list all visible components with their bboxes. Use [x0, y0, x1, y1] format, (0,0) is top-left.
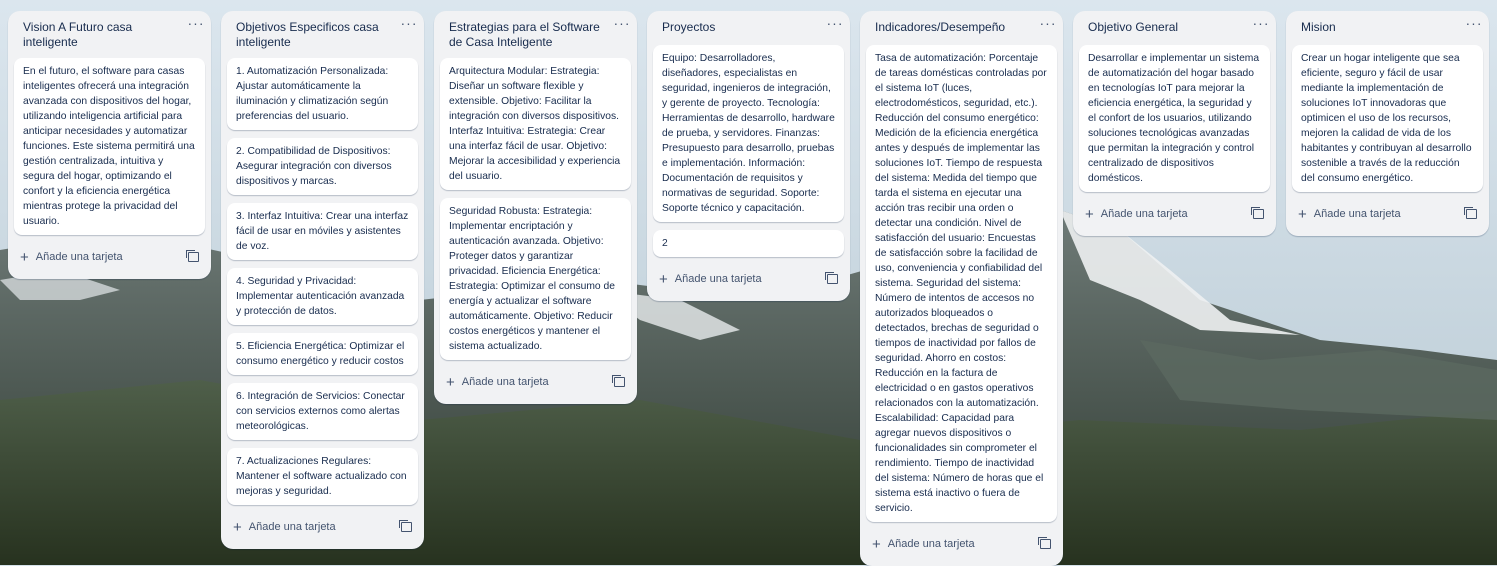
add-card-button[interactable]: + Añade una tarjeta	[866, 530, 1057, 558]
list-indicadores: Indicadores/Desempeño ··· Tasa de automa…	[860, 11, 1063, 566]
card[interactable]: 2. Compatibilidad de Dispositivos: Asegu…	[227, 138, 418, 195]
list-proyectos: Proyectos ··· Equipo: Desarrolladores, d…	[647, 11, 850, 301]
card[interactable]: 5. Eficiencia Energética: Optimizar el c…	[227, 333, 418, 375]
card[interactable]: Equipo: Desarrolladores, diseñadores, es…	[653, 45, 844, 222]
list-title[interactable]: Vision A Futuro casa inteligente	[14, 11, 205, 50]
add-card-label: Añade una tarjeta	[887, 538, 975, 550]
card[interactable]: 4. Seguridad y Privacidad: Implementar a…	[227, 268, 418, 325]
card[interactable]: 1. Automatización Personalizada: Ajustar…	[227, 58, 418, 130]
add-card-label: Añade una tarjeta	[461, 376, 549, 388]
card[interactable]: 2	[653, 230, 844, 257]
add-card-button[interactable]: + Añade una tarjeta	[440, 368, 631, 396]
card[interactable]: 7. Actualizaciones Regulares: Mantener e…	[227, 448, 418, 505]
plus-icon: +	[20, 248, 29, 266]
add-card-button[interactable]: + Añade una tarjeta	[227, 513, 418, 541]
card[interactable]: 6. Integración de Servicios: Conectar co…	[227, 383, 418, 440]
add-card-label: Añade una tarjeta	[1100, 208, 1188, 220]
add-card-label: Añade una tarjeta	[1313, 208, 1401, 220]
add-card-button[interactable]: + Añade una tarjeta	[653, 265, 844, 293]
card[interactable]: Arquitectura Modular: Estrategia: Diseña…	[440, 58, 631, 190]
add-card-button[interactable]: + Añade una tarjeta	[1292, 200, 1483, 228]
card-template-icon[interactable]	[825, 272, 838, 284]
plus-icon: +	[872, 535, 881, 553]
add-card-label: Añade una tarjeta	[35, 251, 123, 263]
list-title[interactable]: Mision	[1292, 11, 1483, 37]
card-template-icon[interactable]	[1251, 207, 1264, 219]
more-horizontal-icon[interactable]: ···	[187, 16, 205, 33]
list-title[interactable]: Objetivo General	[1079, 11, 1270, 37]
card[interactable]: Desarrollar e implementar un sistema de …	[1079, 45, 1270, 192]
plus-icon: +	[446, 373, 455, 391]
add-card-button[interactable]: + Añade una tarjeta	[14, 243, 205, 271]
more-horizontal-icon[interactable]: ···	[400, 16, 418, 33]
list-estrategias: Estrategias para el Software de Casa Int…	[434, 11, 637, 404]
plus-icon: +	[1085, 205, 1094, 223]
more-horizontal-icon[interactable]: ···	[1252, 16, 1270, 33]
plus-icon: +	[659, 270, 668, 288]
card-template-icon[interactable]	[1464, 207, 1477, 219]
card-template-icon[interactable]	[399, 520, 412, 532]
list-title[interactable]: Estrategias para el Software de Casa Int…	[440, 11, 631, 50]
more-horizontal-icon[interactable]: ···	[826, 16, 844, 33]
list-objetivos-especificos: Objetivos Especificos casa inteligente ·…	[221, 11, 424, 549]
list-title[interactable]: Proyectos	[653, 11, 844, 37]
more-horizontal-icon[interactable]: ···	[613, 16, 631, 33]
list-mision: Mision ··· Crear un hogar inteligente qu…	[1286, 11, 1489, 236]
list-title[interactable]: Objetivos Especificos casa inteligente	[227, 11, 418, 50]
card[interactable]: Crear un hogar inteligente que sea efici…	[1292, 45, 1483, 192]
card[interactable]: Tasa de automatización: Porcentaje de ta…	[866, 45, 1057, 522]
card[interactable]: 3. Interfaz Intuitiva: Crear una interfa…	[227, 203, 418, 260]
list-objetivo-general: Objetivo General ··· Desarrollar e imple…	[1073, 11, 1276, 236]
more-horizontal-icon[interactable]: ···	[1039, 16, 1057, 33]
add-card-button[interactable]: + Añade una tarjeta	[1079, 200, 1270, 228]
card-template-icon[interactable]	[612, 375, 625, 387]
card-template-icon[interactable]	[1038, 537, 1051, 549]
add-card-label: Añade una tarjeta	[674, 273, 762, 285]
card[interactable]: Seguridad Robusta: Estrategia: Implement…	[440, 198, 631, 360]
plus-icon: +	[1298, 205, 1307, 223]
list-title[interactable]: Indicadores/Desempeño	[866, 11, 1057, 37]
more-horizontal-icon[interactable]: ···	[1465, 16, 1483, 33]
card-template-icon[interactable]	[186, 250, 199, 262]
card[interactable]: En el futuro, el software para casas int…	[14, 58, 205, 235]
list-vision-futuro: Vision A Futuro casa inteligente ··· En …	[8, 11, 211, 279]
add-card-label: Añade una tarjeta	[248, 521, 336, 533]
plus-icon: +	[233, 518, 242, 536]
